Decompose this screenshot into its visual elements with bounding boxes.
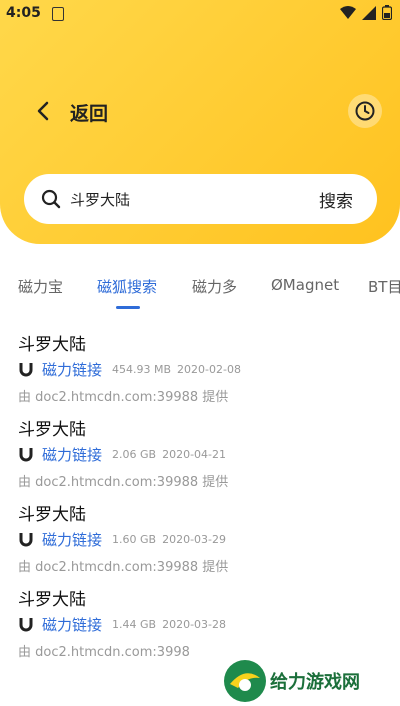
tab-cilibao[interactable]: 磁力宝: [18, 276, 63, 297]
magnet-link[interactable]: 磁力链接: [42, 359, 102, 380]
system-icons: [340, 5, 392, 20]
result-title: 斗罗大陆: [18, 420, 86, 440]
list-item[interactable]: 斗罗大陆 磁力链接 454.93 MB 2020-02-08 由 doc2.htm…: [18, 322, 388, 407]
status-time: 4:05: [6, 5, 41, 21]
file-date: 2020-03-29: [162, 532, 227, 546]
wifi-icon: [340, 5, 356, 19]
result-title: 斗罗大陆: [18, 335, 86, 355]
back-button[interactable]: [28, 94, 62, 128]
file-size: 1.44 GB: [112, 617, 157, 631]
signal-icon: [362, 5, 376, 20]
chevron-left-icon: [37, 101, 49, 121]
notification-icon: [52, 7, 64, 21]
tab-bt[interactable]: BT目: [368, 276, 400, 297]
magnet-icon: [19, 363, 33, 377]
watermark-text: 给力游戏网: [270, 672, 360, 693]
magnet-link[interactable]: 磁力链接: [42, 444, 102, 465]
top-bar: 返回: [0, 88, 400, 134]
magnet-icon: [19, 533, 33, 547]
list-item[interactable]: 斗罗大陆 磁力链接 1.60 GB 2020-03-29 由 doc2.htmcd…: [18, 492, 388, 577]
list-item[interactable]: 斗罗大陆 磁力链接 1.44 GB 2020-03-28 由 doc2.htmcd…: [18, 577, 388, 662]
source-text: 由 doc2.htmcdn.com:39988 提供: [18, 390, 229, 405]
magnet-icon: [19, 448, 33, 462]
magnet-link[interactable]: 磁力链接: [42, 529, 102, 550]
clock-icon: [355, 101, 375, 121]
file-size: 2.06 GB: [112, 447, 157, 461]
file-size: 454.93 MB: [112, 362, 172, 376]
history-button[interactable]: [348, 94, 382, 128]
search-icon: [41, 189, 61, 209]
magnet-icon: [19, 618, 33, 632]
search-button[interactable]: 搜索: [319, 187, 353, 212]
magnet-link[interactable]: 磁力链接: [42, 614, 102, 635]
search-bar[interactable]: 斗罗大陆 搜索: [24, 174, 377, 224]
source-text: 由 doc2.htmcdn.com:39988 提供: [18, 475, 229, 490]
back-label[interactable]: 返回: [70, 99, 108, 126]
search-input[interactable]: 斗罗大陆: [70, 189, 130, 210]
tab-ciliduo[interactable]: 磁力多: [192, 276, 237, 297]
file-date: 2020-04-21: [162, 447, 227, 461]
file-date: 2020-03-28: [162, 617, 227, 631]
source-text: 由 doc2.htmcdn.com:39988 提供: [18, 560, 229, 575]
result-title: 斗罗大陆: [18, 590, 86, 610]
source-text: 由 doc2.htmcdn.com:3998: [18, 645, 190, 660]
status-bar: 4:05: [0, 0, 400, 28]
battery-icon: [382, 5, 392, 20]
watermark: 给力游戏网: [222, 656, 400, 706]
file-size: 1.60 GB: [112, 532, 157, 546]
source-tabs: 磁力宝 磁狐搜索 磁力多 ØMagnet BT目: [0, 270, 400, 312]
result-title: 斗罗大陆: [18, 505, 86, 525]
site-logo-icon: [224, 660, 266, 702]
list-item[interactable]: 斗罗大陆 磁力链接 2.06 GB 2020-04-21 由 doc2.htmcd…: [18, 407, 388, 492]
tab-cihu-search[interactable]: 磁狐搜索: [97, 276, 157, 297]
tab-omagnet[interactable]: ØMagnet: [271, 276, 339, 294]
file-date: 2020-02-08: [177, 362, 241, 376]
active-tab-indicator: [116, 306, 140, 309]
